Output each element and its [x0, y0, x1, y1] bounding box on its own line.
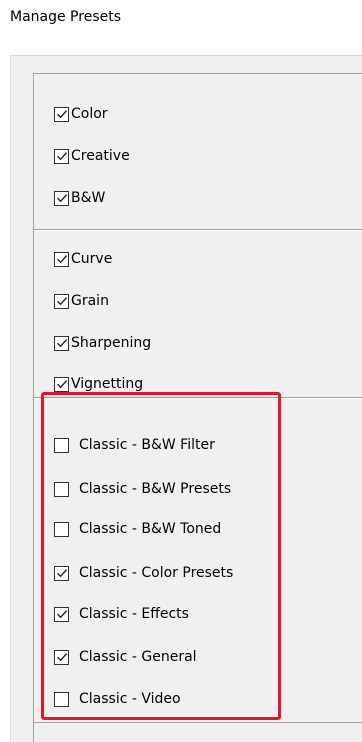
preset-row-curve[interactable]: Curve	[54, 248, 112, 270]
checkbox-icon[interactable]	[54, 293, 69, 309]
checkbox-icon[interactable]	[54, 106, 69, 122]
dialog-title: Manage Presets	[10, 9, 122, 25]
checkbox-icon[interactable]	[54, 148, 69, 164]
preset-label: Sharpening	[71, 335, 152, 351]
checkbox-icon[interactable]	[54, 376, 69, 392]
checkbox-icon[interactable]	[54, 335, 69, 351]
preset-label: Creative	[71, 148, 130, 164]
group-divider	[33, 722, 362, 723]
preset-label: Vignetting	[71, 376, 144, 392]
checkbox-icon[interactable]	[54, 190, 69, 206]
group-divider	[33, 229, 362, 231]
preset-label: Grain	[71, 293, 109, 309]
preset-row-bw[interactable]: B&W	[54, 187, 105, 209]
preset-label: B&W	[71, 190, 106, 206]
preset-label: Curve	[71, 251, 113, 267]
preset-row-sharpening[interactable]: Sharpening	[54, 332, 151, 354]
preset-row-creative[interactable]: Creative	[54, 145, 130, 167]
preset-row-grain[interactable]: Grain	[54, 290, 109, 312]
preset-label: Color	[71, 106, 108, 122]
checkbox-icon[interactable]	[54, 251, 69, 267]
highlight-box	[41, 392, 281, 720]
preset-row-color[interactable]: Color	[54, 103, 108, 125]
